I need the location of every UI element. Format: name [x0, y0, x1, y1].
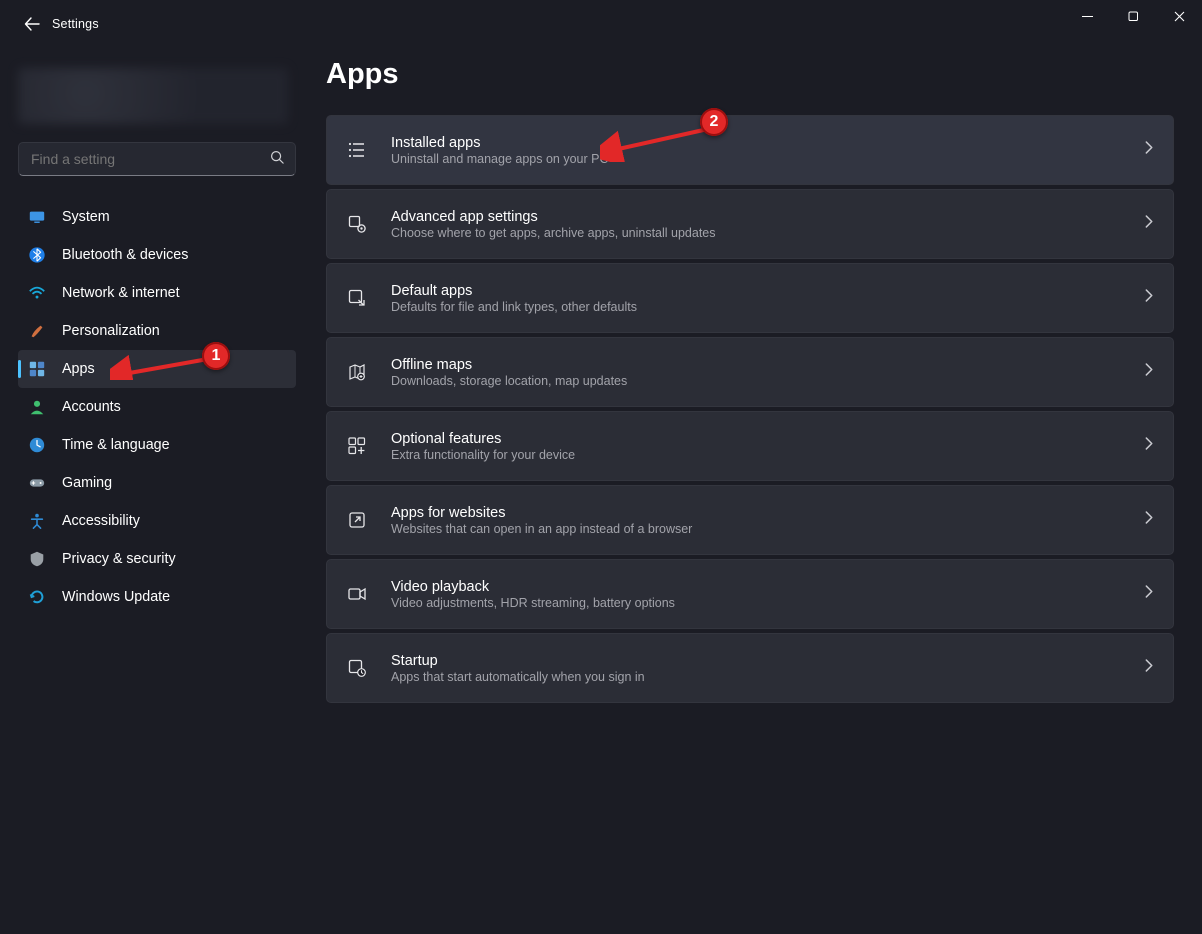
sidebar-item-label: Gaming	[62, 475, 112, 491]
personalization-icon	[28, 322, 46, 340]
settings-card-installed[interactable]: Installed appsUninstall and manage apps …	[326, 115, 1174, 185]
websites-icon	[345, 508, 369, 532]
sidebar-item-label: Bluetooth & devices	[62, 247, 188, 263]
card-title: Offline maps	[391, 357, 1142, 373]
back-button[interactable]	[16, 8, 48, 40]
maximize-button[interactable]	[1110, 0, 1156, 32]
sidebar-item-system[interactable]: System	[18, 198, 296, 236]
default-icon	[345, 286, 369, 310]
minimize-button[interactable]	[1064, 0, 1110, 32]
chevron-right-icon	[1142, 585, 1155, 603]
card-subtitle: Defaults for file and link types, other …	[391, 300, 1142, 314]
titlebar: Settings	[0, 0, 1202, 48]
window-title: Settings	[52, 17, 99, 31]
bluetooth-icon	[28, 246, 46, 264]
settings-card-list: Installed appsUninstall and manage apps …	[326, 115, 1174, 703]
chevron-right-icon	[1142, 215, 1155, 233]
time-icon	[28, 436, 46, 454]
card-title: Advanced app settings	[391, 209, 1142, 225]
optional-icon	[345, 434, 369, 458]
card-title: Startup	[391, 653, 1142, 669]
sidebar-item-label: Network & internet	[62, 285, 180, 301]
sidebar-item-bluetooth[interactable]: Bluetooth & devices	[18, 236, 296, 274]
settings-card-optional[interactable]: Optional featuresExtra functionality for…	[326, 411, 1174, 481]
settings-card-offline[interactable]: Offline mapsDownloads, storage location,…	[326, 337, 1174, 407]
sidebar-item-label: Windows Update	[62, 589, 170, 605]
privacy-icon	[28, 550, 46, 568]
annotation-callout-1: 1	[202, 342, 230, 370]
card-title: Video playback	[391, 579, 1142, 595]
installed-icon	[345, 138, 369, 162]
card-title: Installed apps	[391, 135, 1142, 151]
system-icon	[28, 208, 46, 226]
settings-card-default[interactable]: Default appsDefaults for file and link t…	[326, 263, 1174, 333]
chevron-right-icon	[1142, 511, 1155, 529]
window-controls	[1064, 0, 1202, 32]
startup-icon	[345, 656, 369, 680]
sidebar-item-privacy[interactable]: Privacy & security	[18, 540, 296, 578]
update-icon	[28, 588, 46, 606]
chevron-right-icon	[1142, 141, 1155, 159]
sidebar-item-gaming[interactable]: Gaming	[18, 464, 296, 502]
chevron-right-icon	[1142, 659, 1155, 677]
card-subtitle: Uninstall and manage apps on your PC	[391, 152, 1142, 166]
annotation-callout-2: 2	[700, 108, 728, 136]
card-title: Optional features	[391, 431, 1142, 447]
settings-card-startup[interactable]: StartupApps that start automatically whe…	[326, 633, 1174, 703]
sidebar-item-label: Accessibility	[62, 513, 140, 529]
card-subtitle: Choose where to get apps, archive apps, …	[391, 226, 1142, 240]
sidebar-item-label: System	[62, 209, 110, 225]
sidebar-item-apps[interactable]: Apps	[18, 350, 296, 388]
sidebar-item-time[interactable]: Time & language	[18, 426, 296, 464]
advanced-icon	[345, 212, 369, 236]
sidebar-item-network[interactable]: Network & internet	[18, 274, 296, 312]
offline-icon	[345, 360, 369, 384]
sidebar-item-accounts[interactable]: Accounts	[18, 388, 296, 426]
chevron-right-icon	[1142, 289, 1155, 307]
card-subtitle: Apps that start automatically when you s…	[391, 670, 1142, 684]
accounts-icon	[28, 398, 46, 416]
card-subtitle: Websites that can open in an app instead…	[391, 522, 1142, 536]
sidebar-item-personalization[interactable]: Personalization	[18, 312, 296, 350]
apps-icon	[28, 360, 46, 378]
video-icon	[345, 582, 369, 606]
card-subtitle: Video adjustments, HDR streaming, batter…	[391, 596, 1142, 610]
sidebar-item-update[interactable]: Windows Update	[18, 578, 296, 616]
network-icon	[28, 284, 46, 302]
search-input[interactable]	[29, 150, 270, 168]
sidebar-item-label: Apps	[62, 361, 95, 377]
settings-card-websites[interactable]: Apps for websitesWebsites that can open …	[326, 485, 1174, 555]
settings-card-advanced[interactable]: Advanced app settingsChoose where to get…	[326, 189, 1174, 259]
settings-card-video[interactable]: Video playbackVideo adjustments, HDR str…	[326, 559, 1174, 629]
user-profile-placeholder	[18, 68, 288, 124]
chevron-right-icon	[1142, 363, 1155, 381]
card-subtitle: Extra functionality for your device	[391, 448, 1142, 462]
gaming-icon	[28, 474, 46, 492]
sidebar-item-label: Accounts	[62, 399, 121, 415]
search-icon	[270, 150, 285, 168]
sidebar-item-label: Personalization	[62, 323, 160, 339]
accessibility-icon	[28, 512, 46, 530]
page-title: Apps	[326, 58, 399, 91]
close-button[interactable]	[1156, 0, 1202, 32]
arrow-left-icon	[24, 16, 40, 32]
sidebar-nav: System Bluetooth & devices Network & inter…	[18, 198, 296, 616]
chevron-right-icon	[1142, 437, 1155, 455]
card-title: Default apps	[391, 283, 1142, 299]
card-subtitle: Downloads, storage location, map updates	[391, 374, 1142, 388]
sidebar-item-label: Time & language	[62, 437, 170, 453]
search-box[interactable]	[18, 142, 296, 176]
sidebar-item-label: Privacy & security	[62, 551, 176, 567]
sidebar-item-accessibility[interactable]: Accessibility	[18, 502, 296, 540]
card-title: Apps for websites	[391, 505, 1142, 521]
